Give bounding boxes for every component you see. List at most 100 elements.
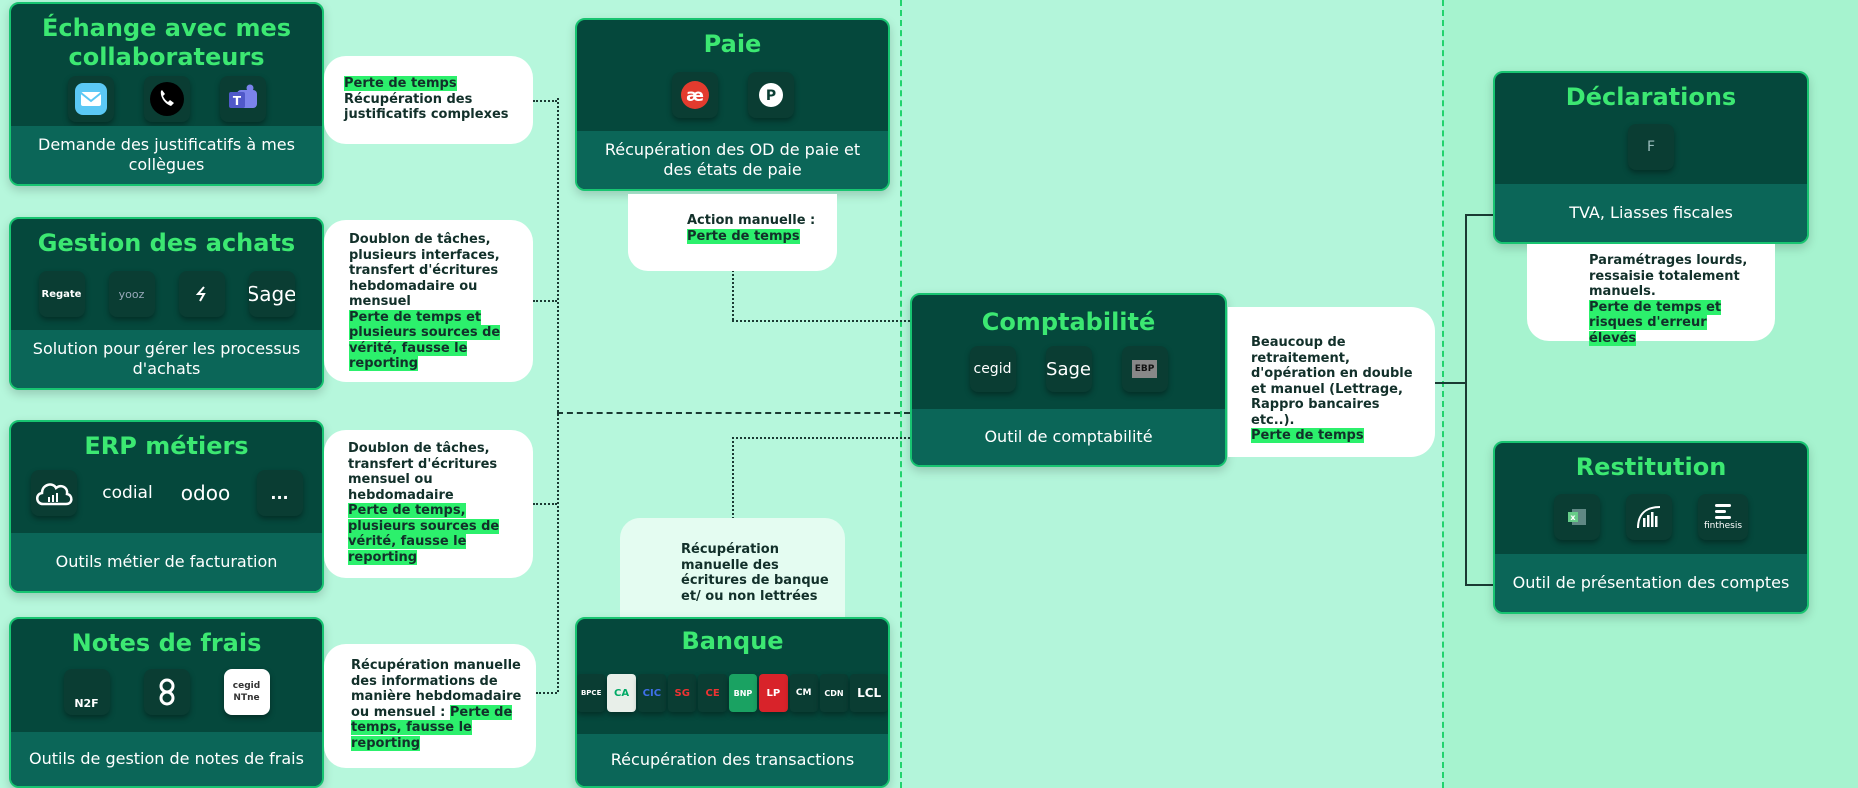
note-highlight: Perte de temps, plusieurs sources de vér…	[348, 503, 500, 565]
card-title: Paie	[703, 30, 762, 58]
more-icon: ...	[256, 470, 303, 516]
bank-logo-bnp: BNP	[728, 674, 758, 712]
icon-row: BPCE CA CIC SG CE BNP LP CM CDN LCL	[577, 674, 888, 712]
card-title: Restitution	[1575, 453, 1727, 481]
icon-row: Regate yooz Sage	[11, 271, 322, 317]
card-restitution: Restitution x finthesis Outil de présent…	[1493, 441, 1809, 614]
zone-separator-right	[1442, 0, 1444, 788]
connector-erp	[533, 503, 557, 505]
card-title: Comptabilité	[981, 308, 1156, 336]
card-title: Banque	[681, 627, 784, 655]
note-frais: Récupération manuelle des informations d…	[324, 644, 536, 768]
card-paie: Paie æ P Récupération des OD de paie et …	[575, 18, 890, 191]
connector-banque-vertical	[732, 437, 734, 519]
note-text: Doublon de tâches, plusieurs interfaces,…	[349, 232, 500, 309]
note-text: Doublon de tâches, transfert d'écritures…	[348, 441, 498, 503]
connector-banque-to-compta	[732, 437, 910, 439]
note-highlight: Perte de temps et risques d'erreur élevé…	[1589, 299, 1722, 346]
bank-logo-ce: CE	[698, 674, 727, 712]
svg-text:æ: æ	[686, 86, 704, 106]
card-subtitle: Demande des justificatifs à mes collègue…	[11, 126, 322, 184]
icon-row: cegid Sage EBP	[912, 346, 1225, 392]
sage-logo: Sage	[1045, 346, 1092, 392]
card-title: Gestion des achats	[37, 229, 296, 257]
card-subtitle: Solution pour gérer les processus d'acha…	[11, 330, 322, 388]
card-subtitle: Outils métier de facturation	[11, 533, 322, 591]
svg-text:x: x	[1570, 513, 1576, 522]
right-solid-spine	[1465, 214, 1467, 584]
bank-logo-lcl: LCL	[850, 674, 888, 712]
card-frais: Notes de frais N2F cegid NTne Outils de …	[9, 617, 324, 788]
connector-paie-vertical	[732, 270, 734, 320]
bank-logo-bpce: BPCE	[577, 674, 606, 712]
card-banque: Banque BPCE CA CIC SG CE BNP LP CM CDN L…	[575, 617, 890, 788]
bank-logo-ca: CA	[607, 674, 636, 712]
note-text: Paramétrages lourds, ressaisie totalemen…	[1589, 253, 1748, 299]
card-declarations: Déclarations F TVA, Liasses fiscales	[1493, 71, 1809, 244]
card-subtitle: Récupération des OD de paie et des états…	[577, 131, 888, 189]
codial-logo: codial	[102, 483, 153, 503]
note-highlight: Perte de temps	[1251, 428, 1364, 443]
icon-row: æ P	[577, 72, 888, 118]
card-achats: Gestion des achats Regate yooz Sage Solu…	[9, 217, 324, 390]
connector-frais	[536, 692, 557, 694]
note-echange: Perte de temps Récupération des justific…	[324, 56, 533, 144]
note-highlight: Perte de temps	[687, 228, 800, 244]
card-subtitle: TVA, Liasses fiscales	[1495, 184, 1807, 242]
ae-logo: æ	[671, 72, 718, 118]
icon-row: codial odoo ...	[11, 470, 322, 516]
finthesis-logo: finthesis	[1698, 494, 1748, 540]
icon-row: T	[11, 76, 322, 122]
zone-separator-left	[900, 0, 902, 788]
bank-logo-sg: SG	[668, 674, 697, 712]
card-echange: Échange avec mes collaborateurs T Demand…	[9, 2, 324, 186]
connector-achats	[533, 300, 557, 302]
card-compta: Comptabilité cegid Sage EBP Outil de com…	[910, 293, 1227, 467]
mail-icon	[67, 76, 114, 122]
note-compta: Beaucoup de retraitement, d'opération en…	[1228, 307, 1435, 457]
left-dotted-spine	[557, 98, 559, 692]
card-subtitle: Outils de gestion de notes de frais	[11, 732, 322, 786]
icon-row: N2F cegid NTne	[11, 669, 322, 715]
card-title: Échange avec mes collaborateurs	[41, 14, 292, 71]
card-subtitle: Outil de comptabilité	[912, 409, 1225, 465]
connector-compta-out	[1435, 382, 1465, 384]
note-highlight: Perte de temps et plusieurs sources de v…	[349, 309, 501, 371]
svg-text:T: T	[232, 94, 241, 108]
excel-icon: x	[1554, 494, 1600, 540]
spendesk-logo	[143, 669, 190, 715]
card-subtitle: Récupération des transactions	[577, 734, 888, 786]
cegid-logo: cegid	[969, 346, 1016, 392]
payfit-logo: P	[747, 72, 794, 118]
icon-row: F	[1495, 124, 1807, 170]
card-erp: ERP métiers codial odoo ... Outils métie…	[9, 420, 324, 593]
cloud-icon	[30, 470, 77, 516]
note-declarations: Paramétrages lourds, ressaisie totalemen…	[1527, 244, 1775, 346]
fiscal-logo: F	[1628, 124, 1674, 170]
regate-logo: Regate	[38, 271, 85, 317]
note-text: Beaucoup de retraitement, d'opération en…	[1251, 335, 1413, 428]
note-text: Récupération des justificatifs complexes	[344, 91, 509, 123]
card-subtitle: Outil de présentation des comptes	[1495, 554, 1807, 612]
note-highlight: Perte de temps	[344, 76, 457, 91]
connector-restitution	[1465, 584, 1493, 586]
note-paie: Action manuelle : Perte de temps	[628, 194, 837, 271]
connector-paie-to-compta	[732, 320, 910, 322]
svg-text:P: P	[765, 88, 775, 104]
note-erp: Doublon de tâches, transfert d'écritures…	[324, 430, 533, 578]
icon-row: x finthesis	[1495, 494, 1807, 540]
libeo-logo	[178, 271, 225, 317]
sage-logo: Sage	[248, 271, 295, 317]
yooz-logo: yooz	[108, 271, 155, 317]
bank-logo-cm: CM	[789, 674, 818, 712]
phone-icon	[143, 76, 190, 122]
connector-main-to-compta	[557, 412, 910, 414]
note-banque: Récupération manuelle des écritures de b…	[620, 518, 845, 618]
note-text: Récupération manuelle des écritures de b…	[681, 542, 829, 604]
bank-logo-cdn: CDN	[819, 674, 849, 712]
card-title: ERP métiers	[84, 432, 249, 460]
powerbi-icon	[1626, 494, 1672, 540]
teams-icon: T	[219, 76, 266, 122]
cegid-ntne-logo: cegid NTne	[223, 669, 270, 715]
ebp-logo: EBP	[1121, 346, 1168, 392]
